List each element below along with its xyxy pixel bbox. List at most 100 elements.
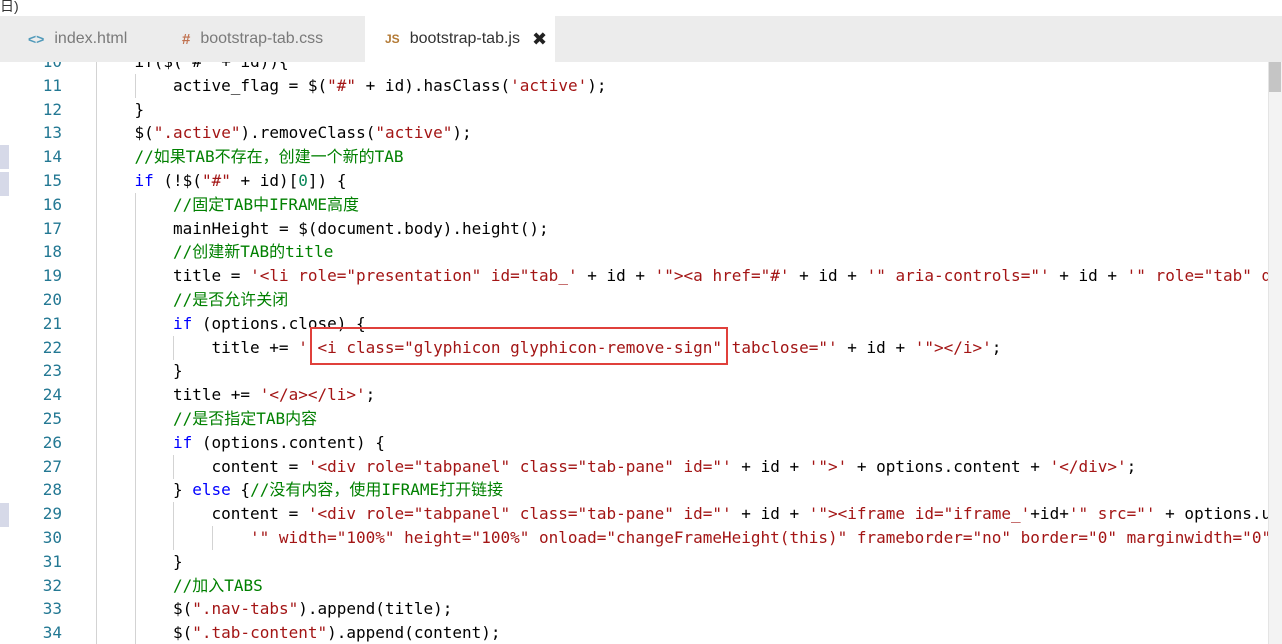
code-line[interactable]: 14 //如果TAB不存在，创建一个新的TAB [0, 145, 1282, 170]
code-token: "#" [201, 171, 231, 190]
code-line[interactable]: 20 //是否允许关闭 [0, 288, 1282, 312]
indent-guide [134, 192, 136, 217]
code-token: '">' [808, 456, 848, 476]
line-number: 33 [42, 599, 62, 619]
line-number: 12 [42, 99, 62, 119]
indent-guide [96, 407, 97, 431]
indent-guide [96, 359, 97, 384]
code-token: ; [991, 337, 1002, 357]
code-line[interactable]: 12} [0, 97, 1282, 122]
code-text: if($("#" + id)){ [135, 62, 289, 74]
code-token: '<li role="presentation" id="tab_' [250, 266, 578, 286]
indent-guide [96, 526, 97, 550]
code-text: $(".active").removeClass("active"); [135, 121, 472, 145]
indent-guide [96, 73, 97, 98]
code-text: } [135, 98, 145, 122]
code-line[interactable]: 10 if($("#" + id)){ [0, 62, 1282, 74]
code-token: $( [134, 123, 154, 143]
tab-bootstrap-tab-css[interactable]: # bootstrap-tab.css [160, 16, 365, 62]
indent-guide [134, 549, 136, 574]
code-token: } [173, 361, 183, 381]
code-token: ".active" [153, 123, 241, 143]
code-token: content = [211, 504, 308, 524]
indent-guide [134, 288, 136, 312]
indent-guide [96, 311, 97, 336]
code-token: + id).hasClass( [356, 75, 511, 95]
tab-label: index.html [54, 30, 128, 47]
code-line[interactable]: 18 //创建新TAB的title [0, 240, 1282, 265]
code-line[interactable]: 26 if (options.content) { [0, 430, 1282, 455]
line-number: 20 [42, 290, 62, 309]
code-token: '" width="100%" height="100%" onload="ch… [250, 528, 1282, 547]
code-line[interactable]: 19 title = '<li role="presentation" id="t… [0, 264, 1282, 289]
code-token: "#" [327, 75, 357, 95]
indent-guide [96, 549, 97, 574]
code-line[interactable]: 16 //固定TAB中IFRAME高度 [0, 192, 1282, 217]
code-text: //加入TABS [173, 574, 263, 598]
line-number: 11 [42, 75, 62, 95]
vertical-scrollbar[interactable] [1268, 62, 1282, 644]
line-number: 10 [0, 62, 62, 74]
code-text: content = '<div role="tabpanel" class="t… [212, 455, 1137, 479]
indent-guide [96, 597, 97, 622]
indent-guide [134, 621, 136, 644]
code-token: else [192, 480, 231, 500]
line-number: 28 [42, 480, 62, 500]
code-text: $(".tab-content").append(content); [173, 621, 501, 644]
indent-guide [134, 359, 136, 384]
close-icon[interactable]: ✖ [532, 29, 547, 50]
code-token: + id + [731, 504, 809, 524]
code-token: + options.content + [847, 456, 1050, 476]
indent-guide [96, 430, 97, 455]
line-number: 13 [42, 123, 62, 143]
code-token: ; [365, 385, 376, 405]
code-line[interactable]: 29 content = '<div role="tabpanel" class=… [0, 502, 1282, 527]
gutter-marker [0, 145, 9, 169]
code-line[interactable]: 15 if (!$("#" + id)[0]) { [0, 169, 1282, 193]
line-number: 18 [42, 242, 62, 262]
code-line[interactable]: 30 '" width="100%" height="100%" onload="… [0, 526, 1282, 550]
code-token: if [134, 171, 154, 190]
line-number: 21 [42, 313, 62, 333]
code-token: if($("#" + id)){ [135, 62, 289, 71]
line-number: 31 [42, 551, 62, 571]
code-token: title += [173, 385, 260, 405]
code-line[interactable]: 27 content = '<div role="tabpanel" class=… [0, 454, 1282, 479]
indent-guide [96, 621, 97, 644]
code-token: //加入TABS [173, 575, 263, 595]
code-token: title = [173, 266, 251, 286]
code-line[interactable]: 17 mainHeight = $(document.body).height()… [0, 216, 1282, 241]
tab-bootstrap-tab-js[interactable]: JS bootstrap-tab.js ✖ [365, 16, 555, 62]
indent-guide [96, 62, 97, 74]
code-line[interactable]: 34 $(".tab-content").append(content); [0, 621, 1282, 644]
code-token: + id + [577, 266, 655, 286]
code-line[interactable]: 24 title += '</a></li>'; [0, 383, 1282, 408]
code-text: } else {//没有内容，使用IFRAME打开链接 [173, 478, 503, 502]
code-text: } [173, 550, 183, 574]
code-token: + id + [731, 456, 809, 476]
code-token: '" src="' [1068, 504, 1156, 524]
code-line[interactable]: 25 //是否指定TAB内容 [0, 407, 1282, 431]
code-line[interactable]: 13 $(".active").removeClass("active"); [0, 121, 1282, 146]
indent-guide [134, 526, 136, 550]
code-token: "active" [375, 123, 453, 143]
code-line[interactable]: 11 active_flag = $("#" + id).hasClass('ac… [0, 73, 1282, 98]
indent-guide [96, 121, 97, 146]
code-line[interactable]: 32 //加入TABS [0, 573, 1282, 598]
code-line[interactable]: 31} [0, 549, 1282, 574]
code-token: //没有内容，使用IFRAME打开链接 [250, 480, 504, 500]
indent-guide [96, 169, 97, 193]
tab-index-html[interactable]: <> index.html [0, 16, 160, 62]
scrollbar-thumb[interactable] [1269, 62, 1281, 92]
code-line[interactable]: 28 } else {//没有内容，使用IFRAME打开链接 [0, 478, 1282, 503]
code-line[interactable]: 33 $(".nav-tabs").append(title); [0, 597, 1282, 622]
code-token: } [173, 551, 183, 571]
code-token: ).removeClass( [240, 123, 376, 143]
editor-tab-bar: <> index.html # bootstrap-tab.css JS boo… [0, 16, 1282, 62]
code-token: (!$( [153, 171, 202, 190]
css-file-icon: # [182, 30, 191, 48]
tab-label: bootstrap-tab.js [409, 30, 520, 47]
line-number: 32 [42, 575, 62, 595]
code-token: //是否允许关闭 [173, 290, 289, 309]
code-token: '</div>' [1049, 456, 1127, 476]
